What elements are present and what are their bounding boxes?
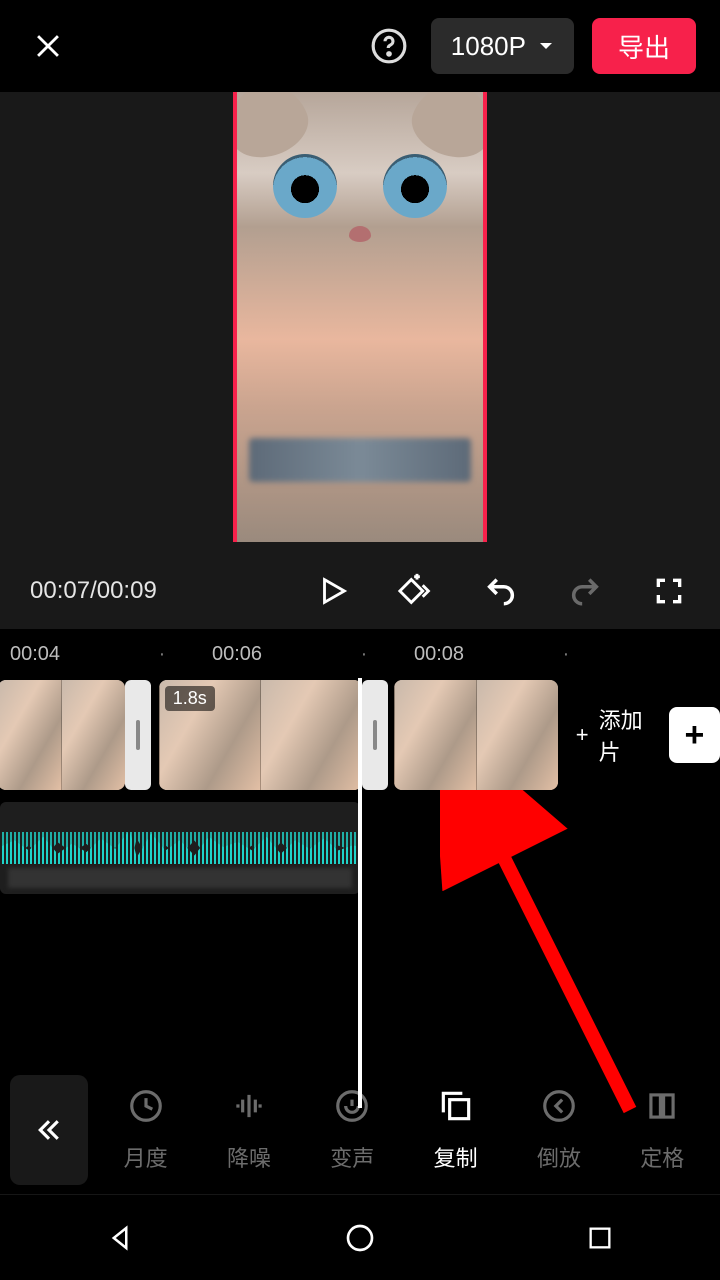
triangle-back-icon <box>105 1223 135 1253</box>
freeze-icon <box>643 1087 681 1131</box>
nav-home[interactable] <box>340 1218 380 1258</box>
chevron-double-left-icon <box>34 1115 64 1145</box>
video-clip[interactable] <box>0 680 125 790</box>
ruler-tick: 00:04 <box>10 643 112 666</box>
tool-label: 倒放 <box>537 1141 581 1173</box>
circle-home-icon <box>344 1222 376 1254</box>
clip-handle-right[interactable] <box>362 680 388 790</box>
playhead[interactable] <box>358 678 362 1108</box>
ruler-tick: 00:08 <box>414 643 516 666</box>
clip-handle-left[interactable] <box>125 680 151 790</box>
resolution-select[interactable]: 1080P <box>431 18 574 74</box>
undo-icon <box>483 574 519 608</box>
chevron-down-icon <box>538 40 554 52</box>
redo-icon <box>567 574 603 608</box>
add-clip-label: 添加片 <box>599 703 659 767</box>
close-icon <box>31 29 65 63</box>
help-button[interactable] <box>365 22 413 70</box>
speed-icon <box>127 1087 165 1131</box>
add-clip-area[interactable]: + 添加片 + <box>576 703 720 767</box>
timecode: 00:07/00:09 <box>30 577 157 605</box>
system-nav-bar <box>0 1194 720 1280</box>
tool-label: 降噪 <box>227 1141 271 1173</box>
export-button[interactable]: 导出 <box>592 18 696 74</box>
keyframe-icon <box>397 573 437 609</box>
nav-back[interactable] <box>100 1218 140 1258</box>
timeline[interactable]: 1.8s + 添加片 + <box>0 678 720 1108</box>
copy-icon <box>437 1087 475 1131</box>
fullscreen-icon <box>653 575 685 607</box>
square-recent-icon <box>586 1224 614 1252</box>
ruler-tick: 00:06 <box>212 643 314 666</box>
tool-voice[interactable]: 变声 <box>306 1087 398 1173</box>
redo-button[interactable] <box>564 570 606 612</box>
reverse-icon <box>540 1087 578 1131</box>
audio-track[interactable] <box>0 802 360 894</box>
close-button[interactable] <box>24 22 72 70</box>
tool-reverse[interactable]: 倒放 <box>513 1087 605 1173</box>
tool-freeze[interactable]: 定格 <box>616 1087 708 1173</box>
tool-speed[interactable]: 月度 <box>100 1087 192 1173</box>
tool-label: 月度 <box>124 1141 168 1173</box>
resolution-label: 1080P <box>451 31 526 62</box>
nav-recent[interactable] <box>580 1218 620 1258</box>
undo-button[interactable] <box>480 570 522 612</box>
audio-clip-label <box>8 868 352 888</box>
preview-area <box>0 92 720 552</box>
play-button[interactable] <box>312 570 354 612</box>
help-icon <box>370 27 408 65</box>
tool-label: 定格 <box>640 1141 684 1173</box>
export-label: 导出 <box>618 28 670 65</box>
tool-denoise[interactable]: 降噪 <box>203 1087 295 1173</box>
fullscreen-button[interactable] <box>648 570 690 612</box>
tool-copy[interactable]: 复制 <box>410 1087 502 1173</box>
voice-icon <box>333 1087 371 1131</box>
video-clip[interactable] <box>394 680 558 790</box>
keyframe-button[interactable] <box>396 570 438 612</box>
toolbar-back-button[interactable] <box>10 1075 88 1185</box>
denoise-icon <box>230 1087 268 1131</box>
play-icon <box>316 574 350 608</box>
video-preview[interactable] <box>233 92 487 542</box>
add-clip-button[interactable]: + <box>669 707 720 763</box>
tool-label: 复制 <box>434 1141 478 1173</box>
clip-duration-badge: 1.8s <box>165 686 215 711</box>
transport-bar: 00:07/00:09 <box>0 552 720 630</box>
video-clip-selected[interactable]: 1.8s <box>159 680 362 790</box>
time-ruler[interactable]: 00:04 · 00:06 · 00:08 · <box>0 630 720 678</box>
tool-label: 变声 <box>330 1141 374 1173</box>
top-bar: 1080P 导出 <box>0 0 720 92</box>
